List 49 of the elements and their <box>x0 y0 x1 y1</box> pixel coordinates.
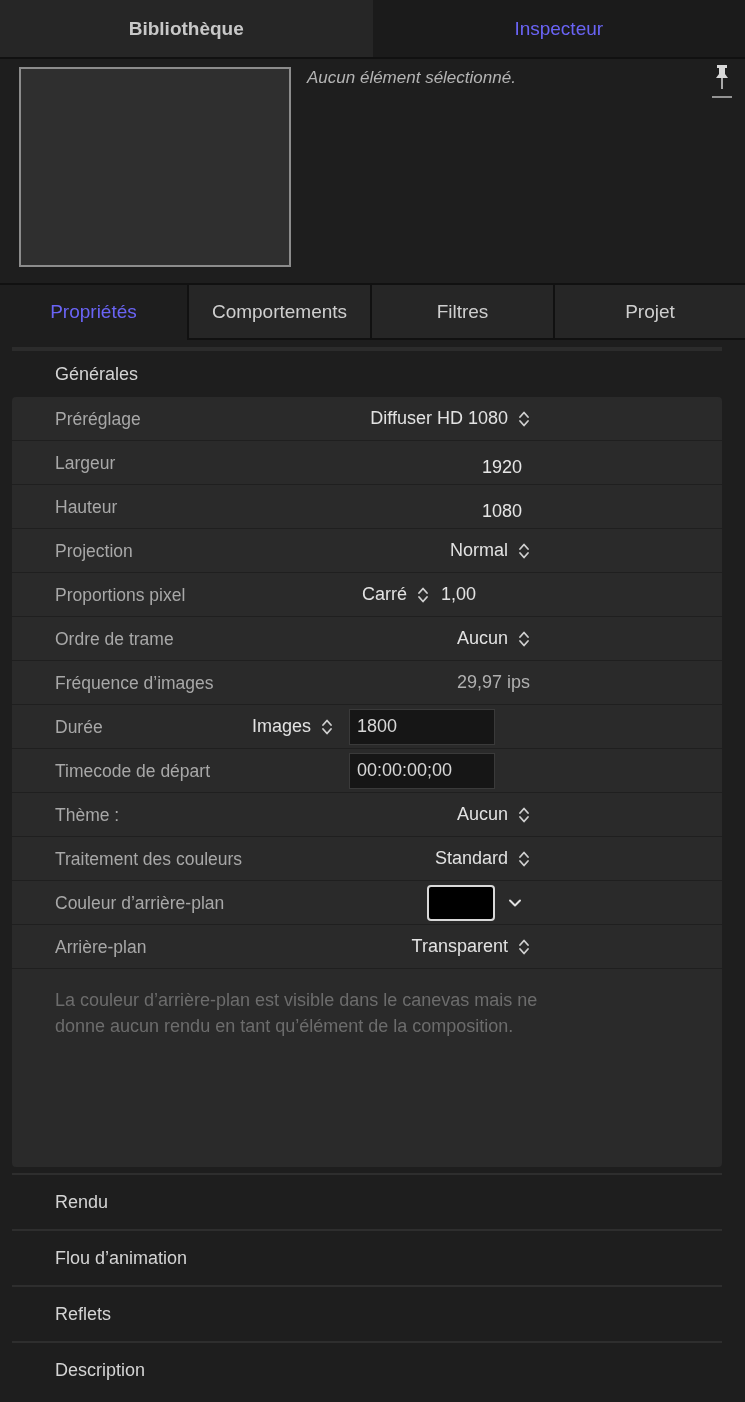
property-label: Thème : <box>55 803 121 826</box>
number-value[interactable]: 1920 <box>251 447 530 478</box>
number-value[interactable]: 1080 <box>251 491 530 522</box>
property-label: Arrière-plan <box>55 935 148 958</box>
popup-menu[interactable]: Transparent <box>411 936 530 957</box>
value-text: 29,97 ips <box>455 672 530 693</box>
stepper-icon <box>518 805 530 824</box>
property-label: Préréglage <box>55 407 142 430</box>
stepper-icon <box>417 585 429 604</box>
tab[interactable]: Comportements <box>187 285 370 340</box>
stepper-icon <box>518 409 530 428</box>
chevron-down-icon[interactable] <box>508 897 522 908</box>
stepper-icon <box>518 629 530 648</box>
status-message: Aucun élément sélectionné. <box>307 68 516 89</box>
property-label: Timecode de départ <box>55 759 211 782</box>
section-header[interactable]: Description <box>12 1341 722 1397</box>
tab[interactable]: Projet <box>553 285 745 340</box>
section-header[interactable]: Flou d’animation <box>12 1229 722 1285</box>
stepper-icon <box>518 849 530 868</box>
number-value[interactable]: 1,00 <box>441 584 477 605</box>
section-header[interactable]: Générales <box>0 351 745 397</box>
property-label: Ordre de trame <box>55 627 175 650</box>
property-label: Fréquence d’images <box>55 671 215 694</box>
popup-menu[interactable]: Aucun <box>456 804 530 825</box>
section-header[interactable]: Rendu <box>12 1173 722 1229</box>
property-label: Durée <box>55 715 104 738</box>
pin-icon[interactable] <box>711 63 733 99</box>
property-label: Proportions pixel <box>55 583 187 606</box>
stepper-icon <box>518 937 530 956</box>
input-field[interactable]: 1800 <box>349 708 495 745</box>
popup-menu[interactable]: Normal <box>450 540 530 561</box>
stepper-icon <box>321 717 333 736</box>
popup-menu[interactable]: Carré <box>362 584 429 605</box>
property-label: Couleur d’arrière-plan <box>55 891 226 914</box>
color-swatch[interactable] <box>427 884 495 921</box>
tab[interactable]: Bibliothèque <box>0 0 373 57</box>
popup-menu[interactable]: Aucun <box>456 628 530 649</box>
help-text: La couleur d’arrière-plan est visible dans le canevas mais ne donne aucun rendu en tant qu’élément de la composition. <box>55 989 539 1038</box>
stepper-icon <box>518 541 530 560</box>
section-header[interactable]: Reflets <box>12 1285 722 1341</box>
popup-menu[interactable]: Standard <box>434 848 530 869</box>
input-field[interactable]: 00:00:00;00 <box>349 752 495 789</box>
property-label: Hauteur <box>55 495 119 518</box>
property-label: Projection <box>55 539 134 562</box>
tab[interactable]: Filtres <box>370 285 553 340</box>
popup-menu[interactable]: Images <box>251 716 333 737</box>
property-label: Traitement des couleurs <box>55 847 244 870</box>
popup-menu[interactable]: Diffuser HD 1080 <box>370 408 530 429</box>
property-label: Largeur <box>55 451 117 474</box>
